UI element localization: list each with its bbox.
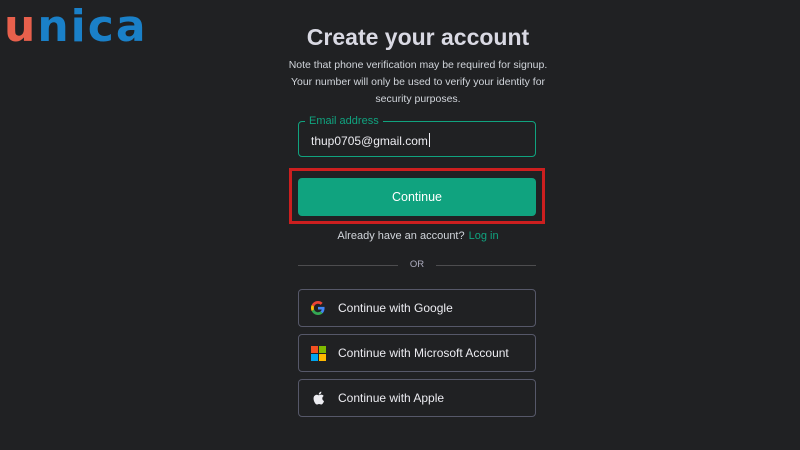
apple-icon [311, 391, 325, 405]
text-caret [428, 133, 430, 147]
email-value-text: thup0705@gmail.com [311, 134, 428, 148]
login-prompt-text: Already have an account? [337, 230, 465, 242]
email-field-value[interactable]: thup0705@gmail.com [311, 133, 430, 148]
unica-logo: unica [4, 2, 148, 52]
apple-button-label: Continue with Apple [338, 391, 445, 405]
microsoft-icon [311, 346, 326, 361]
login-prompt-row: Already have an account? Log in [298, 230, 538, 242]
page-title: Create your account [306, 24, 530, 50]
continue-button[interactable]: Continue [298, 178, 536, 216]
google-icon [311, 301, 325, 315]
continue-with-microsoft-button[interactable]: Continue with Microsoft Account [298, 334, 536, 372]
logo-part-nica: nica [37, 1, 148, 52]
page-subtitle: Note that phone verification may be requ… [288, 59, 548, 105]
email-field-label: Email address [305, 114, 383, 128]
logo-part-u: u [4, 1, 38, 52]
divider-line-right [436, 265, 536, 266]
continue-with-apple-button[interactable]: Continue with Apple [298, 379, 536, 417]
continue-with-google-button[interactable]: Continue with Google [298, 289, 536, 327]
google-button-label: Continue with Google [338, 301, 453, 315]
login-link[interactable]: Log in [469, 230, 499, 242]
or-divider: OR [298, 258, 536, 272]
email-field[interactable]: Email address thup0705@gmail.com [298, 114, 536, 157]
microsoft-button-label: Continue with Microsoft Account [338, 346, 509, 360]
